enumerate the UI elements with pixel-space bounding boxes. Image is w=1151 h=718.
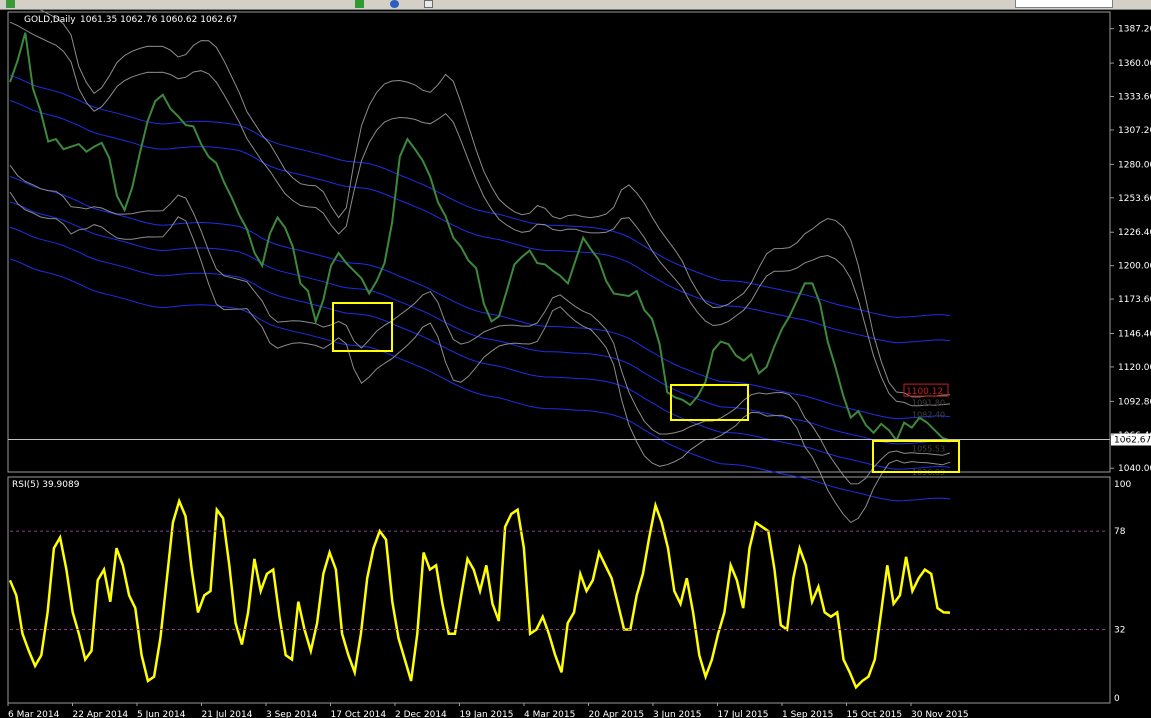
rsi-series	[8, 497, 951, 690]
highlight-box-1	[670, 384, 749, 421]
x-tick-label: 17 Jul 2015	[718, 710, 769, 718]
highlight-boxes	[332, 302, 960, 473]
ghost-label-1: 1082.40	[912, 411, 945, 420]
price-tick-label: 1226.40	[1118, 228, 1151, 238]
rsi-tick-label: 32	[1114, 626, 1125, 636]
band-blue-2	[9, 201, 951, 445]
price-tick-label: 1387.20	[1118, 25, 1151, 35]
band-gray-1	[9, 164, 951, 485]
x-tick-label: 15 Oct 2015	[847, 710, 903, 718]
x-tick-label: 30 Nov 2015	[911, 710, 969, 718]
rsi-tick-label: 78	[1114, 527, 1126, 537]
rsi-tick-label: 0	[1114, 694, 1120, 704]
chart-symbol-header: GOLD,Daily	[24, 15, 76, 25]
price-tick-label: 1200.00	[1118, 262, 1151, 272]
band-gray-2	[9, 21, 951, 407]
price-tick-label: 1092.80	[1118, 397, 1151, 407]
band-blue-3	[9, 176, 951, 420]
price-tick-label: 1066.40	[1118, 431, 1151, 441]
x-tick-label: 22 Apr 2014	[73, 710, 129, 718]
x-tick-label: 4 Mar 2015	[524, 710, 575, 718]
price-tick-label: 1360.00	[1118, 59, 1151, 69]
rsi-header: RSI(5) 39.9089	[12, 480, 80, 490]
price-tick-label: 1173.60	[1118, 295, 1151, 305]
window-icon[interactable]	[424, 0, 433, 8]
refresh-icon[interactable]	[390, 0, 399, 8]
band-gray-3	[37, 9, 951, 398]
price-tick-label: 1120.00	[1118, 363, 1151, 373]
x-tick-label: 3 Sep 2014	[266, 710, 318, 718]
ghost-label-2: 1055.53	[912, 445, 945, 454]
band-blue-1	[9, 226, 951, 470]
price-tick-label: 1280.00	[1118, 160, 1151, 170]
search-input[interactable]	[1015, 0, 1113, 8]
x-tick-label: 6 Mar 2014	[8, 710, 60, 718]
price-tick-label: 1253.60	[1118, 194, 1151, 204]
rsi-line	[8, 497, 951, 690]
x-tick-label: 20 Apr 2015	[589, 710, 645, 718]
app-icon[interactable]	[6, 0, 15, 8]
x-tick-label: 2 Dec 2014	[395, 710, 447, 718]
band-blue-0	[9, 258, 951, 502]
price-tick-label: 1146.40	[1118, 330, 1151, 340]
x-tick-label: 19 Jan 2015	[460, 710, 514, 718]
ghost-label-0: 1091.80	[912, 399, 945, 408]
bands	[9, 9, 951, 524]
axes: 1387.20 1360.00 1333.60 1307.20 1280.00 1253.…	[7, 25, 1151, 718]
x-tick-label: 5 Jun 2014	[137, 710, 186, 718]
chart: 1062.671100.121091.801082.401055.531036.…	[7, 9, 1151, 718]
price-tick-label: 1040.00	[1118, 464, 1151, 474]
price-tick-label: 1307.20	[1118, 126, 1151, 136]
band-gray-0	[9, 191, 951, 524]
chart-ohlc-header: 1061.35 1062.76 1060.62 1062.67	[80, 15, 237, 25]
price-tick-label: 1333.60	[1118, 93, 1151, 103]
x-tick-label: 1 Sep 2015	[782, 710, 833, 718]
add-icon[interactable]	[355, 0, 364, 8]
x-tick-label: 17 Oct 2014	[331, 710, 387, 718]
rsi-tick-label: 100	[1114, 480, 1131, 490]
x-tick-label: 3 Jun 2015	[653, 710, 701, 718]
x-tick-label: 21 Jul 2014	[202, 710, 253, 718]
level-marker-label: 1100.12	[906, 387, 943, 397]
chart-pane-borders	[7, 11, 1111, 704]
